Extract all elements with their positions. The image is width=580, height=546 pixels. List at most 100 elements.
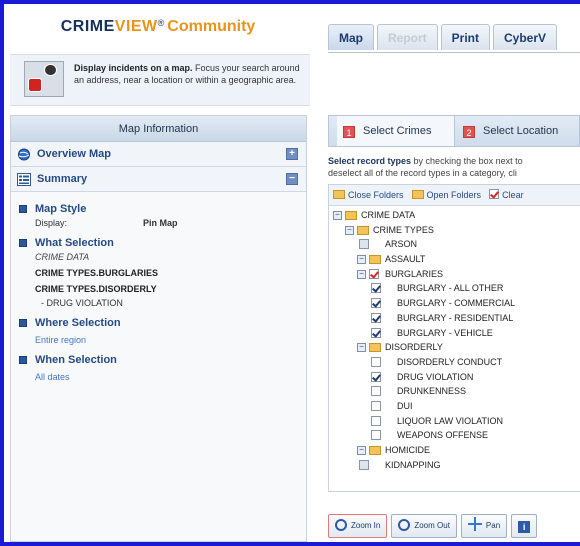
clear-button[interactable]: Clear xyxy=(489,185,524,206)
expand-icon[interactable]: + xyxy=(286,148,298,160)
tree-node[interactable]: − DISORDERLY xyxy=(329,340,580,355)
tree-node-label: BURGLARY - COMMERCIAL xyxy=(397,298,516,309)
tree-node[interactable]: − HOMICIDE xyxy=(329,443,580,458)
collapse-icon[interactable]: − xyxy=(345,225,354,235)
where-value[interactable]: Entire region xyxy=(19,333,298,347)
record-checkbox[interactable] xyxy=(371,356,381,367)
tree-node-label: DUI xyxy=(397,400,413,411)
bullet-icon xyxy=(19,239,27,247)
when-selection-title: When Selection xyxy=(19,353,298,367)
record-checkbox[interactable] xyxy=(371,298,381,309)
logo-view: VIEW xyxy=(114,18,158,35)
record-checkbox[interactable] xyxy=(371,386,381,397)
tree-node-label: HOMICIDE xyxy=(385,445,430,455)
tab-cyberwatch[interactable]: CyberV xyxy=(493,24,558,50)
record-checkbox[interactable] xyxy=(359,459,369,470)
record-checkbox[interactable] xyxy=(371,430,381,441)
tree-node[interactable]: LIQUOR LAW VIOLATION xyxy=(329,414,580,429)
collapse-icon[interactable]: − xyxy=(357,343,366,353)
tree-node[interactable]: BURGLARY - RESIDENTIAL xyxy=(329,311,580,326)
main-tabs: Map Report Print CyberV xyxy=(328,24,560,52)
summary-label: Summary xyxy=(37,173,88,185)
record-checkbox[interactable] xyxy=(359,239,369,250)
info-icon: i xyxy=(518,521,531,533)
tree-node[interactable]: DUI xyxy=(329,399,580,414)
zoom-in-icon xyxy=(335,519,347,531)
record-checkbox[interactable] xyxy=(371,327,381,338)
tab-map[interactable]: Map xyxy=(328,24,374,50)
app-window: CRIMEVIEW® Community Display incidents on… xyxy=(4,4,580,542)
tree-node-label: ASSAULT xyxy=(385,254,426,265)
crimeview-logo[interactable]: CRIMEVIEW® Community xyxy=(4,4,312,52)
pan-button[interactable]: Pan xyxy=(460,514,508,538)
tree-node-label: KIDNAPPING xyxy=(385,459,441,470)
collapse-icon[interactable]: − xyxy=(333,211,342,220)
summary-list-icon xyxy=(17,173,31,186)
tab-select-crimes[interactable]: 1 Select Crimes xyxy=(337,116,455,146)
zoom-in-button[interactable]: Zoom In xyxy=(328,514,388,538)
tree-node[interactable]: − BURGLARIES xyxy=(329,267,580,282)
tree-node[interactable]: BURGLARY - ALL OTHER xyxy=(329,281,580,296)
collapse-icon[interactable]: − xyxy=(357,255,366,265)
tree-node[interactable]: − CRIME DATA xyxy=(329,208,580,223)
tab-select-location[interactable]: 2 Select Location xyxy=(463,116,558,146)
tree-node-label: ARSON xyxy=(385,239,418,250)
tab-divider xyxy=(328,52,580,53)
record-type-tree: Close Folders Open Folders Clear − CRIME DA… xyxy=(328,184,580,492)
when-value[interactable]: All dates xyxy=(19,370,298,384)
tree-node[interactable]: DRUNKENNESS xyxy=(329,384,580,399)
zoom-out-button[interactable]: Zoom Out xyxy=(391,514,457,538)
tree-node[interactable]: DRUG VIOLATION xyxy=(329,370,580,385)
collapse-icon[interactable]: − xyxy=(357,269,366,279)
logo-crime: CRIME xyxy=(60,18,115,35)
tree-node[interactable]: BURGLARY - COMMERCIAL xyxy=(329,296,580,311)
zoom-out-icon xyxy=(398,519,411,531)
record-checkbox[interactable] xyxy=(371,312,381,323)
tree-node[interactable]: KIDNAPPING xyxy=(329,458,580,473)
summary-body: Map Style Display: Pin Map What Selection… xyxy=(11,192,306,388)
tree-node[interactable]: DISORDERLY CONDUCT xyxy=(329,355,580,370)
tree-node[interactable]: ARSON xyxy=(329,237,580,252)
collapse-icon[interactable]: − xyxy=(357,446,366,455)
tree-node-label: WEAPONS OFFENSE xyxy=(397,430,489,441)
bullet-icon xyxy=(19,319,27,327)
tree-node-label: BURGLARIES xyxy=(385,268,444,279)
intro-banner: Display incidents on a map. Focus your s… xyxy=(10,54,310,106)
tree-list: − CRIME DATA − CRIME TYPES ARSON − ASSAULT − BUR… xyxy=(329,206,580,472)
info-button[interactable]: i xyxy=(511,514,538,538)
panel-header: Map Information xyxy=(11,116,306,142)
tree-node-label: BURGLARY - VEHICLE xyxy=(397,327,493,338)
tree-node[interactable]: BURGLARY - VEHICLE xyxy=(329,326,580,341)
where-selection-title: Where Selection xyxy=(19,316,298,330)
tree-node[interactable]: − ASSAULT xyxy=(329,252,580,267)
map-thumbnail-icon xyxy=(24,61,64,97)
what-selection-title: What Selection xyxy=(19,236,298,250)
selection-tabs: 1 Select Crimes 2 Select Location xyxy=(328,115,580,147)
record-checkbox[interactable] xyxy=(371,400,381,411)
intro-text: Display incidents on a map. Focus your s… xyxy=(74,62,306,86)
folder-icon xyxy=(345,211,357,220)
open-folders-button[interactable]: Open Folders xyxy=(411,185,481,206)
tree-toolbar: Close Folders Open Folders Clear xyxy=(329,185,580,206)
checkbox-icon xyxy=(489,189,500,199)
map-style-title: Map Style xyxy=(19,202,298,216)
collapse-icon[interactable]: − xyxy=(286,173,298,185)
tab-print[interactable]: Print xyxy=(440,24,491,50)
record-checkbox[interactable] xyxy=(371,283,381,294)
close-folders-button[interactable]: Close Folders xyxy=(333,185,404,206)
folder-icon xyxy=(411,190,424,199)
globe-icon xyxy=(18,148,30,161)
instructions: Select record types by checking the box … xyxy=(328,156,523,178)
bullet-icon xyxy=(19,356,27,364)
tree-node-label: BURGLARY - ALL OTHER xyxy=(397,283,504,294)
tree-node[interactable]: − CRIME TYPES xyxy=(329,223,580,238)
tree-node[interactable]: WEAPONS OFFENSE xyxy=(329,428,580,443)
category-checkbox[interactable] xyxy=(369,268,379,279)
marker-icon xyxy=(44,64,57,76)
overview-map-section[interactable]: Overview Map + xyxy=(11,142,306,167)
record-checkbox[interactable] xyxy=(371,415,381,426)
tree-node-label: LIQUOR LAW VIOLATION xyxy=(397,415,504,426)
tab-report[interactable]: Report xyxy=(377,24,438,50)
record-checkbox[interactable] xyxy=(371,371,381,382)
summary-section[interactable]: Summary − xyxy=(11,167,306,192)
